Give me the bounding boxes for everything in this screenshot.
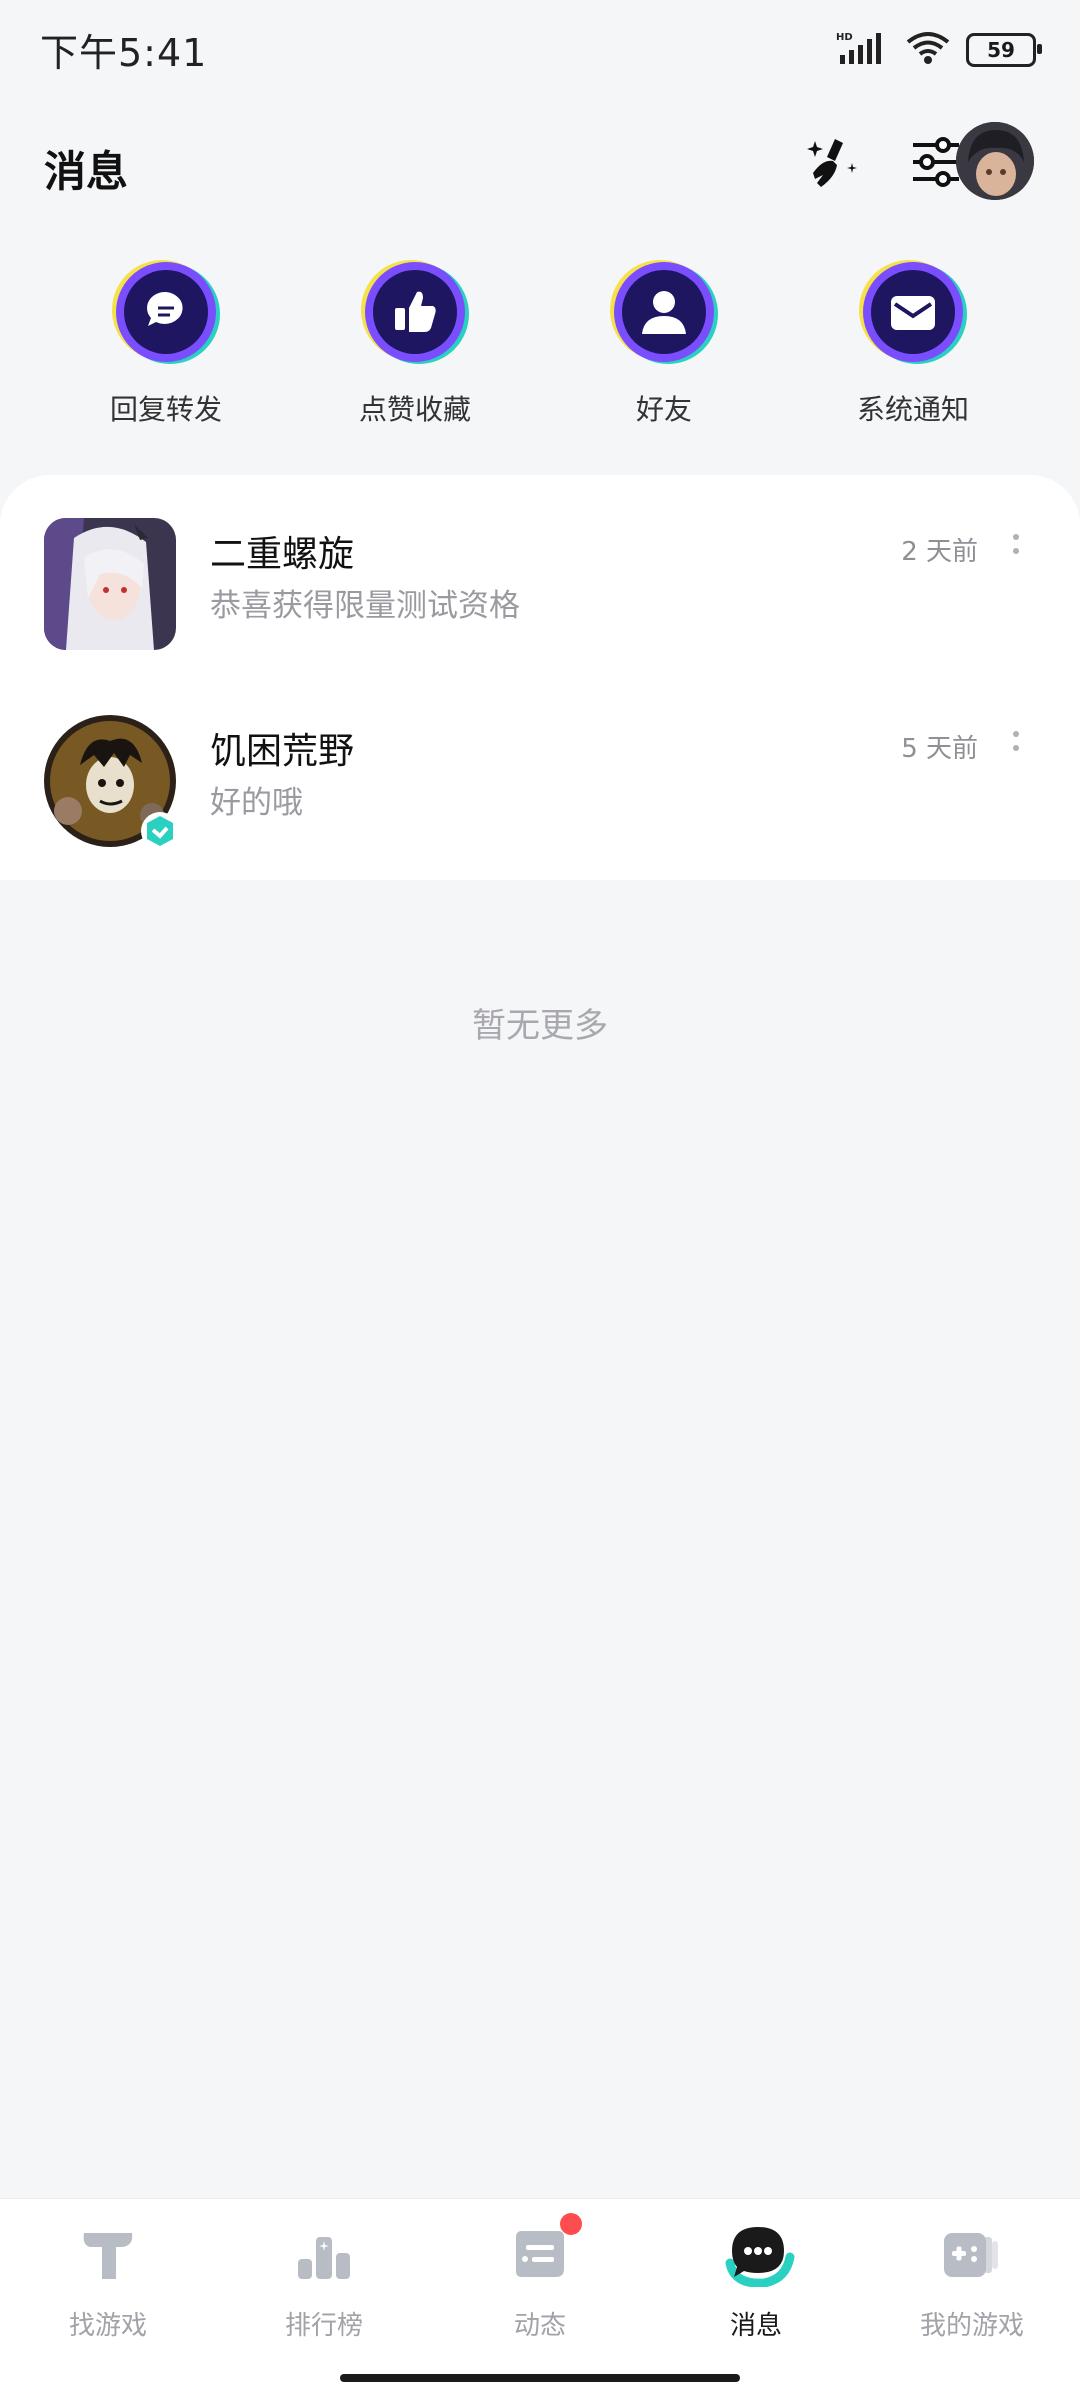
- thumbs-up-icon: [359, 258, 471, 370]
- status-time: 下午5:41: [40, 31, 208, 75]
- user-avatar[interactable]: [956, 122, 1034, 200]
- nav-my-games[interactable]: 我的游戏: [864, 2223, 1080, 2342]
- nav-messages[interactable]: 消息: [648, 2223, 864, 2342]
- message-list: 二重螺旋 恭喜获得限量测试资格 2 天前 饥困荒野 好的哦 5 天前: [0, 475, 1080, 880]
- more-options-button[interactable]: [1012, 531, 1020, 561]
- rankings-icon: [292, 2223, 356, 2287]
- broom-icon: [807, 139, 857, 187]
- find-games-icon: [76, 2223, 140, 2287]
- category-like-favorite[interactable]: 点赞收藏: [315, 258, 515, 428]
- category-label: 好友: [635, 393, 692, 426]
- bottom-nav: 找游戏 排行榜 动态 消息 我的游戏: [0, 2198, 1080, 2401]
- page-title: 消息: [44, 147, 129, 196]
- category-system-notice[interactable]: 系统通知: [813, 258, 1013, 428]
- message-row[interactable]: 饥困荒野 好的哦 5 天前: [0, 682, 1080, 882]
- wifi-icon: [904, 30, 952, 70]
- message-row[interactable]: 二重螺旋 恭喜获得限量测试资格 2 天前: [0, 485, 1080, 685]
- game-avatar: [44, 715, 179, 850]
- nav-find-games[interactable]: 找游戏: [0, 2223, 216, 2342]
- message-time: 5 天前: [901, 734, 978, 764]
- nav-label: 排行榜: [284, 2311, 363, 2341]
- category-label: 回复转发: [109, 393, 222, 426]
- status-icons: HD 59: [836, 30, 1042, 70]
- message-preview: 好的哦: [210, 785, 303, 821]
- gamepad-icon: [940, 2223, 1004, 2287]
- nav-label: 我的游戏: [919, 2311, 1024, 2341]
- verified-badge-icon: [141, 812, 179, 850]
- more-vertical-icon: [1013, 731, 1019, 751]
- nav-label: 动态: [513, 2311, 566, 2341]
- no-more-text: 暂无更多: [472, 1006, 608, 1046]
- nav-rankings[interactable]: 排行榜: [216, 2223, 432, 2342]
- sender-name: 二重螺旋: [210, 534, 355, 575]
- more-vertical-icon: [1013, 534, 1019, 554]
- home-indicator[interactable]: [340, 2374, 740, 2382]
- notification-badge: [560, 2213, 582, 2235]
- more-options-button[interactable]: [1012, 728, 1020, 758]
- message-time: 2 天前: [901, 537, 978, 567]
- clean-broom-button[interactable]: [802, 130, 866, 194]
- envelope-icon: [857, 258, 969, 370]
- category-reply-forward[interactable]: 回复转发: [66, 258, 266, 428]
- message-preview: 恭喜获得限量测试资格: [210, 588, 520, 624]
- category-label: 系统通知: [856, 393, 969, 426]
- sender-name: 饥困荒野: [210, 731, 355, 772]
- svg-text:HD: HD: [836, 32, 853, 43]
- nav-feed[interactable]: 动态: [432, 2213, 648, 2342]
- nav-label: 消息: [729, 2311, 782, 2341]
- battery-level: 59: [987, 38, 1015, 62]
- comment-icon: [110, 258, 222, 370]
- game-avatar: [44, 518, 176, 650]
- feed-icon: [508, 2213, 582, 2287]
- category-label: 点赞收藏: [358, 393, 471, 426]
- avatar-image: [956, 122, 1034, 200]
- signal-icon: HD: [836, 31, 890, 69]
- nav-label: 找游戏: [68, 2311, 147, 2341]
- category-friends[interactable]: 好友: [564, 258, 764, 428]
- sliders-icon: [913, 137, 959, 187]
- battery-icon: 59: [966, 33, 1042, 67]
- messages-icon: [724, 2223, 795, 2288]
- user-icon: [608, 258, 720, 370]
